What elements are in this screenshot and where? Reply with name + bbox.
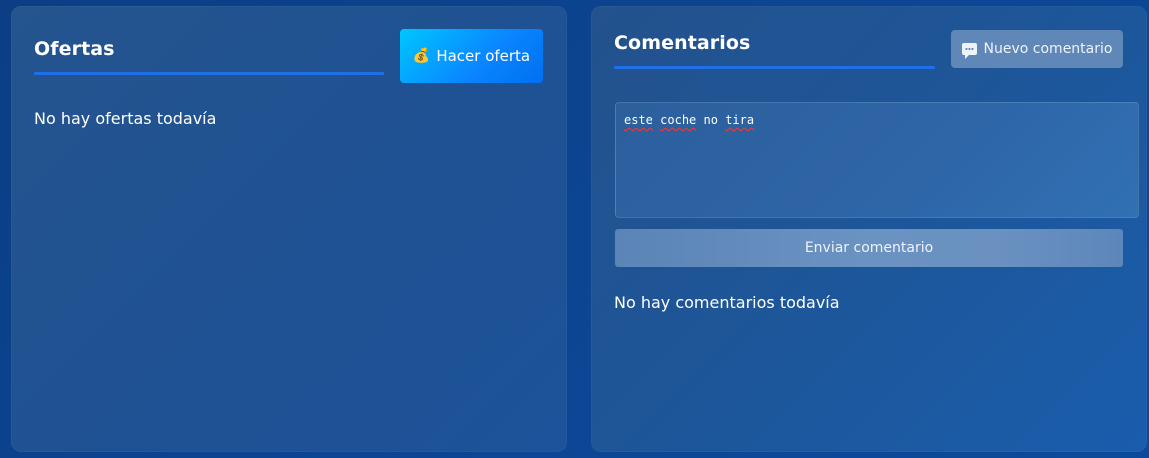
make-offer-label: Hacer oferta	[436, 47, 531, 65]
comment-word: tira	[725, 113, 755, 127]
comments-empty-text: No hay comentarios todavía	[614, 293, 840, 312]
offers-title-underline	[34, 72, 384, 75]
new-comment-label: Nuevo comentario	[983, 41, 1113, 57]
new-comment-button[interactable]: Nuevo comentario	[951, 30, 1123, 68]
make-offer-button[interactable]: 💰 Hacer oferta	[400, 29, 543, 83]
comment-word: no	[703, 113, 718, 127]
offers-empty-text: No hay ofertas todavía	[34, 109, 217, 128]
comment-word: coche	[660, 113, 697, 127]
comments-title-underline	[614, 66, 935, 69]
offers-title: Ofertas	[34, 38, 115, 60]
comment-word: este	[624, 113, 653, 127]
comments-title: Comentarios	[614, 32, 751, 54]
page: Ofertas 💰 Hacer oferta No hay ofertas to…	[0, 0, 1149, 458]
offers-panel: Ofertas 💰 Hacer oferta No hay ofertas to…	[11, 6, 567, 452]
comment-input[interactable]: este coche no tira	[615, 102, 1139, 218]
speech-bubble-icon	[961, 43, 977, 59]
comments-panel: Comentarios Nuevo comentario este coche …	[591, 6, 1147, 452]
send-comment-button[interactable]: Enviar comentario	[615, 229, 1123, 267]
send-comment-label: Enviar comentario	[804, 240, 934, 256]
money-bag-icon: 💰	[412, 48, 431, 64]
